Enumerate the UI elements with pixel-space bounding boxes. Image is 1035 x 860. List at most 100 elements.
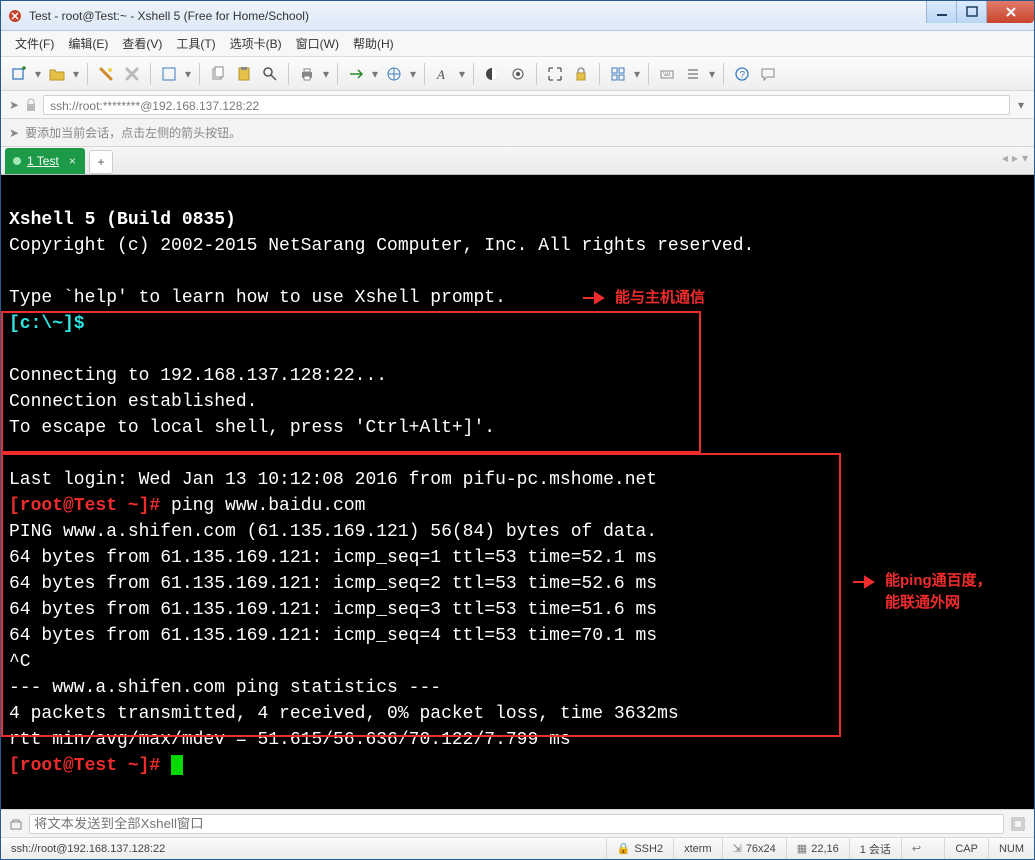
color-scheme-button[interactable] bbox=[480, 62, 504, 86]
arrow-icon bbox=[581, 290, 609, 306]
term-line: To escape to local shell, press 'Ctrl+Al… bbox=[9, 418, 495, 438]
term-line: Connection established. bbox=[9, 392, 257, 412]
term-root-prompt: [root@Test ~]# bbox=[9, 496, 171, 516]
term-line: Last login: Wed Jan 13 10:12:08 2016 fro… bbox=[9, 470, 657, 490]
menu-tabs[interactable]: 选项卡(B) bbox=[230, 35, 282, 52]
disconnect-button[interactable] bbox=[120, 62, 144, 86]
xftp-button[interactable] bbox=[344, 62, 368, 86]
properties-button[interactable] bbox=[157, 62, 181, 86]
open-button[interactable] bbox=[45, 62, 69, 86]
new-session-button[interactable] bbox=[7, 62, 31, 86]
annotation-baidu-text-2: 能联通外网 bbox=[885, 594, 960, 611]
arrow-icon bbox=[851, 574, 879, 590]
grid-icon: ▦ bbox=[797, 842, 807, 855]
tab-active[interactable]: 1 Test × bbox=[5, 148, 85, 174]
term-line: Xshell 5 (Build 0835) bbox=[9, 210, 236, 230]
term-line: Type `help' to learn how to use Xshell p… bbox=[9, 288, 506, 308]
term-line: --- www.a.shifen.com ping statistics --- bbox=[9, 678, 441, 698]
paste-button[interactable] bbox=[232, 62, 256, 86]
open-dropdown[interactable]: ▾ bbox=[71, 67, 81, 81]
menu-bar: 文件(F) 编辑(E) 查看(V) 工具(T) 选项卡(B) 窗口(W) 帮助(… bbox=[1, 31, 1034, 57]
term-line: 64 bytes from 61.135.169.121: icmp_seq=3… bbox=[9, 600, 657, 620]
toolbar: ▾ ▾ ▾ ▾ ▾ ▾ A▾ ▾ ▾ ? bbox=[1, 57, 1034, 91]
comment-button[interactable] bbox=[756, 62, 780, 86]
window-title: Test - root@Test:~ - Xshell 5 (Free for … bbox=[29, 9, 1034, 23]
tab-close-icon[interactable]: × bbox=[69, 154, 76, 168]
terminal[interactable]: Xshell 5 (Build 0835) Copyright (c) 2002… bbox=[1, 175, 1034, 809]
maximize-button[interactable] bbox=[956, 1, 986, 23]
send-input[interactable] bbox=[29, 814, 1004, 834]
list-dropdown[interactable]: ▾ bbox=[707, 67, 717, 81]
minimize-button[interactable] bbox=[926, 1, 956, 23]
lock-icon bbox=[25, 98, 37, 112]
status-sessions: 1 会话 bbox=[850, 838, 902, 859]
globe-dropdown[interactable]: ▾ bbox=[408, 67, 418, 81]
annotation-baidu: 能ping通百度， 能联通外网 bbox=[851, 570, 992, 614]
menu-help[interactable]: 帮助(H) bbox=[353, 35, 394, 52]
status-cap: CAP bbox=[945, 838, 989, 859]
font-button[interactable]: A bbox=[431, 62, 455, 86]
annotation-host-text: 能与主机通信 bbox=[615, 285, 705, 311]
separator bbox=[473, 63, 474, 85]
hint-arrow-icon[interactable]: ➤ bbox=[9, 126, 19, 140]
lock-button[interactable] bbox=[569, 62, 593, 86]
tab-status-dot bbox=[13, 157, 21, 165]
new-tab-button[interactable]: + bbox=[89, 150, 113, 174]
tile-button[interactable] bbox=[606, 62, 630, 86]
menu-edit[interactable]: 编辑(E) bbox=[68, 35, 108, 52]
list-button[interactable] bbox=[681, 62, 705, 86]
status-pos: ▦22,16 bbox=[787, 838, 850, 859]
title-bar: Test - root@Test:~ - Xshell 5 (Free for … bbox=[1, 1, 1034, 31]
fullscreen-button[interactable] bbox=[543, 62, 567, 86]
separator bbox=[337, 63, 338, 85]
separator bbox=[648, 63, 649, 85]
status-cursor-icon: ↩ bbox=[902, 838, 945, 859]
keymap-button[interactable] bbox=[655, 62, 679, 86]
address-dropdown[interactable]: ▾ bbox=[1016, 98, 1026, 112]
tab-list-button[interactable]: ▾ bbox=[1022, 151, 1028, 165]
menu-view[interactable]: 查看(V) bbox=[122, 35, 162, 52]
term-line: Connecting to 192.168.137.128:22... bbox=[9, 366, 387, 386]
cursor bbox=[171, 755, 183, 775]
window-controls bbox=[926, 1, 1034, 23]
copy-button[interactable] bbox=[206, 62, 230, 86]
tile-dropdown[interactable]: ▾ bbox=[632, 67, 642, 81]
term-line: 64 bytes from 61.135.169.121: icmp_seq=1… bbox=[9, 548, 657, 568]
status-bar: ssh://root@192.168.137.128:22 🔒SSH2 xter… bbox=[1, 837, 1034, 859]
tab-prev-button[interactable]: ◂ bbox=[1002, 151, 1008, 165]
address-arrow-icon[interactable]: ➤ bbox=[9, 98, 19, 112]
separator bbox=[150, 63, 151, 85]
print-button[interactable] bbox=[295, 62, 319, 86]
reconnect-button[interactable] bbox=[94, 62, 118, 86]
menu-window[interactable]: 窗口(W) bbox=[296, 35, 339, 52]
find-button[interactable] bbox=[258, 62, 282, 86]
hint-text: 要添加当前会话，点击左侧的箭头按钮。 bbox=[25, 124, 241, 141]
globe-button[interactable] bbox=[382, 62, 406, 86]
tab-strip: 1 Test × + ◂ ▸ ▾ bbox=[1, 147, 1034, 175]
term-line: PING www.a.shifen.com (61.135.169.121) 5… bbox=[9, 522, 657, 542]
highlight-button[interactable] bbox=[506, 62, 530, 86]
menu-file[interactable]: 文件(F) bbox=[15, 35, 54, 52]
xftp-dropdown[interactable]: ▾ bbox=[370, 67, 380, 81]
status-num: NUM bbox=[989, 838, 1034, 859]
close-button[interactable] bbox=[986, 1, 1034, 23]
help-button[interactable]: ? bbox=[730, 62, 754, 86]
annotation-host: 能与主机通信 bbox=[581, 285, 705, 311]
font-dropdown[interactable]: ▾ bbox=[457, 67, 467, 81]
print-dropdown[interactable]: ▾ bbox=[321, 67, 331, 81]
separator bbox=[199, 63, 200, 85]
new-dropdown[interactable]: ▾ bbox=[33, 67, 43, 81]
properties-dropdown[interactable]: ▾ bbox=[183, 67, 193, 81]
status-path: ssh://root@192.168.137.128:22 bbox=[1, 838, 607, 859]
separator bbox=[536, 63, 537, 85]
send-settings-icon[interactable] bbox=[1010, 816, 1026, 832]
separator bbox=[723, 63, 724, 85]
menu-tools[interactable]: 工具(T) bbox=[176, 35, 215, 52]
separator bbox=[288, 63, 289, 85]
term-cmd: ping www.baidu.com bbox=[171, 496, 365, 516]
term-line: ^C bbox=[9, 652, 31, 672]
send-icon[interactable] bbox=[9, 817, 23, 831]
separator bbox=[87, 63, 88, 85]
tab-next-button[interactable]: ▸ bbox=[1012, 151, 1018, 165]
address-input[interactable]: ssh://root:********@192.168.137.128:22 bbox=[43, 95, 1010, 115]
